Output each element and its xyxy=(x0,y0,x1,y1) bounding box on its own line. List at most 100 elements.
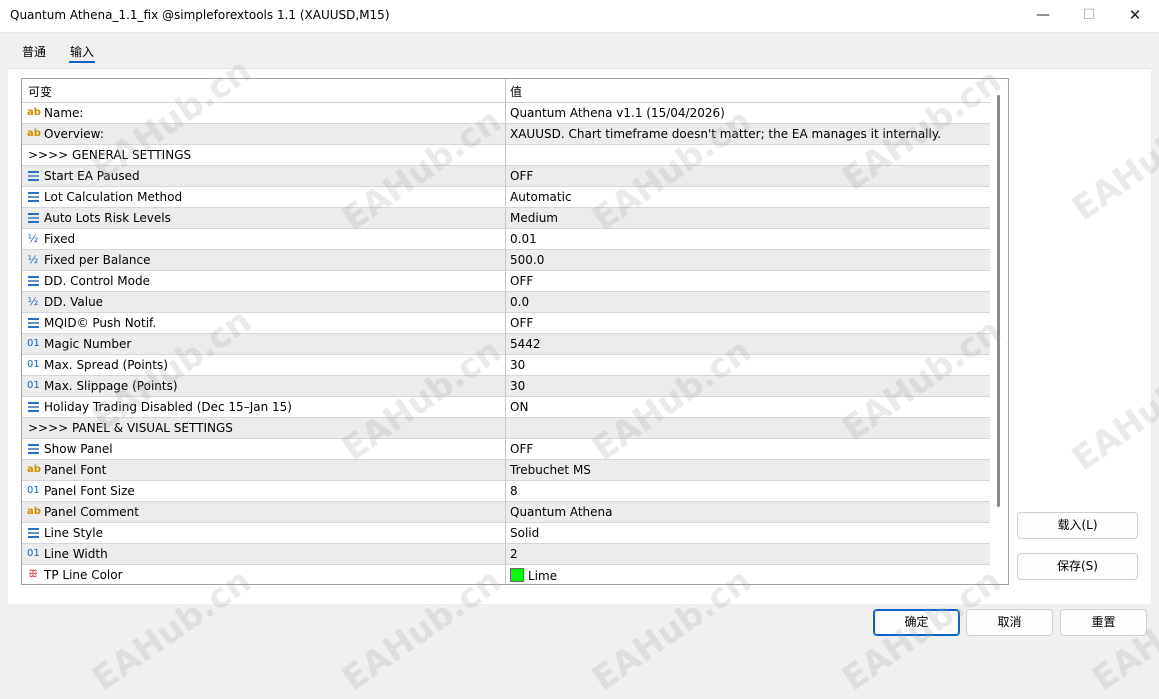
param-value[interactable]: Lime xyxy=(510,568,557,583)
column-separator xyxy=(505,418,506,439)
param-value[interactable]: 0.01 xyxy=(510,232,537,246)
integer-icon: 01 xyxy=(27,338,40,349)
param-name: Panel Font xyxy=(44,463,107,477)
enum-icon xyxy=(27,274,39,288)
ab-string-icon: ab xyxy=(27,107,41,118)
ab-string-icon: ab xyxy=(27,506,41,517)
column-separator xyxy=(505,103,506,124)
param-name: DD. Control Mode xyxy=(44,274,150,288)
column-separator xyxy=(505,166,506,187)
column-separator xyxy=(505,523,506,544)
column-separator xyxy=(505,250,506,271)
table-row[interactable]: Line Style Solid xyxy=(22,523,990,544)
table-row[interactable]: ½ DD. Value 0.0 xyxy=(22,292,990,313)
column-separator xyxy=(505,544,506,565)
param-value[interactable]: 5442 xyxy=(510,337,541,351)
load-button[interactable]: 载入(L) xyxy=(1017,512,1138,539)
ab-string-icon: ab xyxy=(27,128,41,139)
column-separator xyxy=(505,376,506,397)
column-separator xyxy=(505,460,506,481)
scrollbar-thumb[interactable] xyxy=(997,95,1000,507)
param-value[interactable]: OFF xyxy=(510,169,533,183)
param-name: Show Panel xyxy=(44,442,113,456)
table-row[interactable]: Auto Lots Risk Levels Medium xyxy=(22,208,990,229)
table-row[interactable]: ꕥ TP Line Color Lime xyxy=(22,565,990,584)
param-value[interactable]: OFF xyxy=(510,274,533,288)
column-separator xyxy=(505,334,506,355)
table-row[interactable]: ½ Fixed per Balance 500.0 xyxy=(22,250,990,271)
param-value[interactable]: Medium xyxy=(510,211,558,225)
table-row[interactable]: ½ Fixed 0.01 xyxy=(22,229,990,250)
enum-icon xyxy=(27,316,39,330)
param-value[interactable]: Trebuchet MS xyxy=(510,463,591,477)
color-swatch xyxy=(510,568,524,582)
column-separator xyxy=(505,313,506,334)
table-row[interactable]: MQID© Push Notif. OFF xyxy=(22,313,990,334)
param-name: Magic Number xyxy=(44,337,132,351)
enum-icon xyxy=(27,190,39,204)
table-row[interactable]: Show Panel OFF xyxy=(22,439,990,460)
param-name: TP Line Color xyxy=(44,568,123,582)
column-separator xyxy=(505,208,506,229)
minimize-icon[interactable]: — xyxy=(1020,0,1066,32)
ab-string-icon: ab xyxy=(27,464,41,475)
param-name: Line Width xyxy=(44,547,108,561)
param-name: Overview: xyxy=(44,127,104,141)
param-value-text: Lime xyxy=(528,569,558,583)
param-value[interactable]: Solid xyxy=(510,526,539,540)
maximize-icon[interactable]: ☐ xyxy=(1066,0,1112,32)
table-row[interactable]: DD. Control Mode OFF xyxy=(22,271,990,292)
column-separator xyxy=(505,292,506,313)
param-name: DD. Value xyxy=(44,295,104,309)
table-row[interactable]: 01 Panel Font Size 8 xyxy=(22,481,990,502)
active-tab-indicator xyxy=(69,61,95,63)
table-row[interactable]: Lot Calculation Method Automatic xyxy=(22,187,990,208)
tab-inputs[interactable]: 输入 xyxy=(70,43,94,60)
param-value[interactable]: 8 xyxy=(510,484,518,498)
header-variable[interactable]: 可变 xyxy=(28,83,52,100)
param-value[interactable]: ON xyxy=(510,400,528,414)
integer-icon: 01 xyxy=(27,359,40,370)
param-value[interactable]: Automatic xyxy=(510,190,572,204)
tab-common[interactable]: 普通 xyxy=(22,43,46,60)
fraction-icon: ½ xyxy=(27,295,39,308)
integer-icon: 01 xyxy=(27,380,40,391)
param-name: Line Style xyxy=(44,526,103,540)
param-name: MQID© Push Notif. xyxy=(44,316,157,330)
column-separator xyxy=(505,481,506,502)
param-value[interactable]: 500.0 xyxy=(510,253,544,267)
param-value[interactable]: 30 xyxy=(510,358,525,372)
integer-icon: 01 xyxy=(27,485,40,496)
param-value[interactable]: Quantum Athena v1.1 (15/04/2026) xyxy=(510,106,725,120)
table-row[interactable]: 01 Line Width 2 xyxy=(22,544,990,565)
param-name: Lot Calculation Method xyxy=(44,190,183,204)
column-separator xyxy=(505,229,506,250)
close-icon[interactable]: ✕ xyxy=(1112,0,1158,32)
save-button[interactable]: 保存(S) xyxy=(1017,553,1138,580)
header-separator[interactable] xyxy=(505,79,506,102)
param-name: Fixed xyxy=(44,232,76,246)
column-separator xyxy=(505,397,506,418)
enum-icon xyxy=(27,400,39,414)
column-separator xyxy=(505,439,506,460)
fraction-icon: ½ xyxy=(27,253,39,266)
param-name: Panel Font Size xyxy=(44,484,135,498)
param-value[interactable]: OFF xyxy=(510,316,533,330)
table-row[interactable]: ab Panel Comment Quantum Athena xyxy=(22,502,990,523)
param-name: Panel Comment xyxy=(44,505,139,519)
column-separator xyxy=(505,502,506,523)
title-bar: Quantum Athena_1.1_fix @simpleforextools… xyxy=(0,0,1159,33)
param-value[interactable]: 2 xyxy=(510,547,518,561)
param-value[interactable]: 30 xyxy=(510,379,525,393)
header-value[interactable]: 值 xyxy=(510,83,522,100)
param-name: Holiday Trading Disabled (Dec 15–Jan 15) xyxy=(44,400,292,414)
table-row[interactable]: ab Panel Font Trebuchet MS xyxy=(22,460,990,481)
enum-icon xyxy=(27,442,39,456)
param-value[interactable]: OFF xyxy=(510,442,533,456)
param-value[interactable]: 0.0 xyxy=(510,295,529,309)
color-icon: ꕥ xyxy=(28,569,38,580)
column-separator xyxy=(505,271,506,292)
enum-icon xyxy=(27,169,39,183)
enum-icon xyxy=(27,211,39,225)
param-value[interactable]: Quantum Athena xyxy=(510,505,612,519)
